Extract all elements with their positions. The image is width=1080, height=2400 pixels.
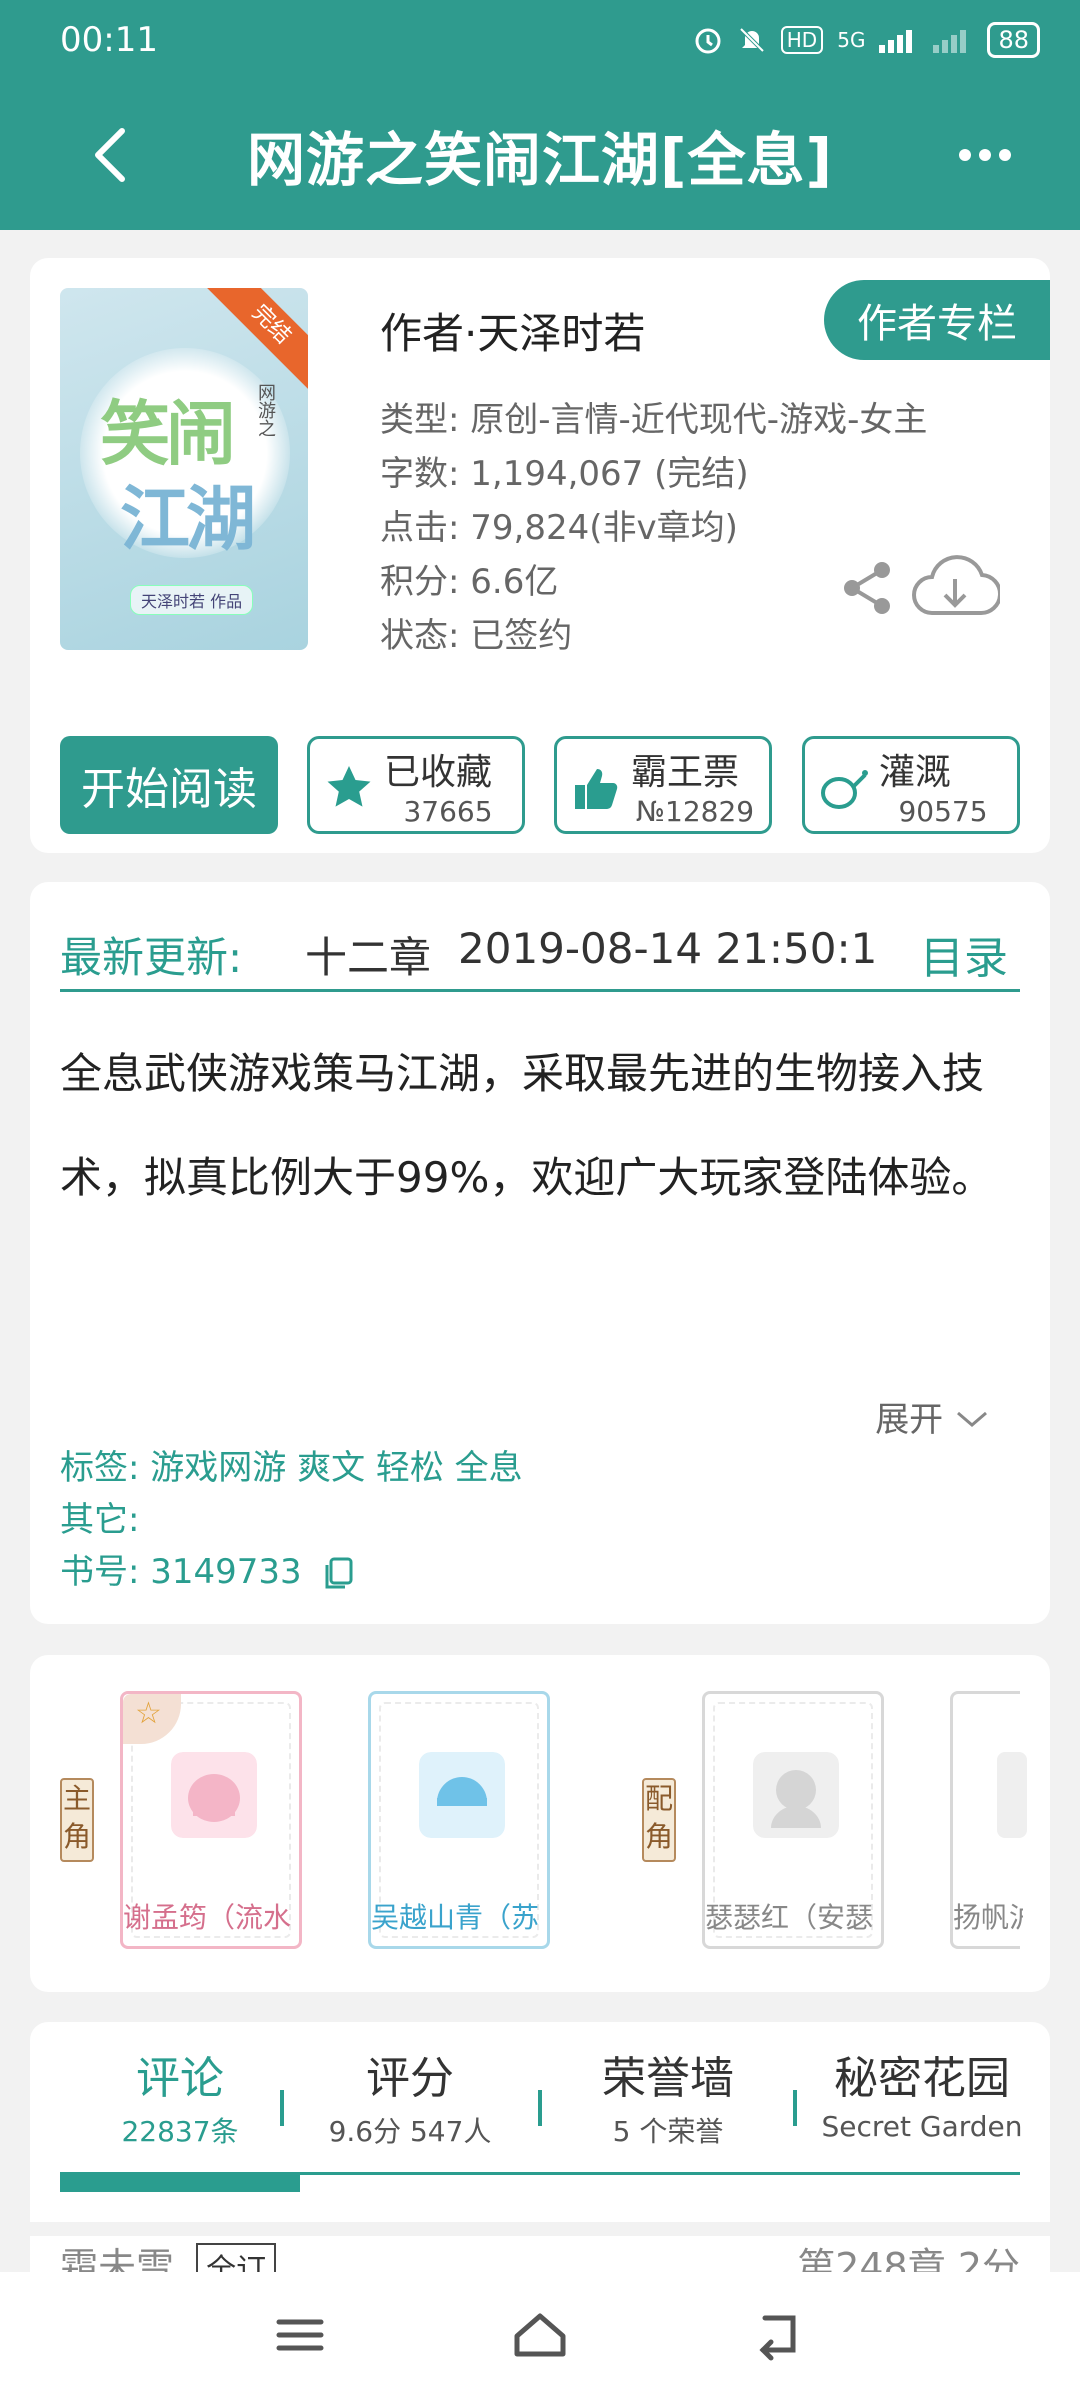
download-icon[interactable] — [910, 553, 1000, 623]
signal-label: 5G — [837, 28, 866, 52]
character-name-1: 谢孟筠（流水 — [123, 1901, 292, 1934]
expand-button[interactable]: 展开 — [875, 1392, 990, 1441]
battery-indicator: 88 — [987, 22, 1040, 58]
ticket-count: №12829 — [635, 795, 755, 828]
table-of-contents-button[interactable]: 目录 — [920, 922, 1008, 986]
tab-separator — [280, 2090, 284, 2126]
top-bar: 00:11 HD 5G 88 网游之笑闹江湖[全息] — [0, 0, 1080, 230]
book-cover[interactable]: 笑闹 江湖 网游之 天泽时若 作品 完结 — [60, 288, 308, 650]
comment-chapter: 第248章 2分 — [797, 2245, 1020, 2276]
tab-garden-sub: Secret Garden — [821, 2110, 1023, 2143]
book-number: 书号: 3149733 — [60, 1552, 302, 1592]
tab-honor-wall[interactable]: 荣誉墙 5 个荣誉 — [548, 2042, 788, 2150]
characters-card: 主角 ☆ 谢孟筠（流水 吴越山青（苏 配角 瑟瑟红（安瑟 扬帆沪 — [30, 1655, 1050, 1992]
book-meta: 类型: 原创-言情-近代现代-游戏-女主 字数: 1,194,067 (完结) … — [380, 393, 927, 663]
avatar-blue — [419, 1752, 505, 1838]
latest-chapter: 十二章 — [305, 933, 432, 982]
star-icon — [327, 766, 371, 807]
character-card-3[interactable]: 瑟瑟红（安瑟 — [702, 1691, 884, 1949]
tab-rating-title: 评分 — [366, 2053, 454, 2104]
book-description: 全息武侠游戏策马江湖，采取最先进的生物接入技术，拟真比例大于99%，欢迎广大玩家… — [60, 1049, 994, 1202]
status-icons: HD 5G 88 — [693, 22, 1040, 58]
start-reading-button[interactable]: 开始阅读 — [60, 736, 278, 834]
tab-comments-title: 评论 — [136, 2053, 224, 2104]
update-card: 最新更新: 十二章 2019-08-14 21:50:1 目录 全息武侠游戏策马… — [30, 882, 1050, 1624]
tab-separator — [538, 2090, 542, 2126]
character-card-4[interactable]: 扬帆沪 — [950, 1691, 1027, 1949]
book-info-card: 笑闹 江湖 网游之 天泽时若 作品 完结 作者·天泽时若 作者专栏 类型: 原创… — [30, 258, 1050, 853]
latest-update-time: 2019-08-14 21:50:1 — [458, 924, 878, 973]
tab-secret-garden[interactable]: 秘密花园 Secret Garden — [802, 2042, 1042, 2143]
more-menu-button[interactable] — [950, 120, 1020, 190]
mute-icon — [739, 27, 765, 53]
alarm-icon — [695, 28, 721, 54]
support-role-tag: 配角 — [642, 1778, 676, 1862]
collect-label: 已收藏 — [384, 752, 493, 793]
back-button[interactable] — [80, 120, 140, 190]
collect-button[interactable]: 已收藏 37665 — [307, 736, 525, 834]
tab-rating-sub: 9.6分 547人 — [328, 2115, 492, 2148]
copy-icon[interactable] — [323, 1557, 353, 1591]
tags-line[interactable]: 标签: 游戏网游 爽文 轻松 全息 — [60, 1442, 523, 1494]
ticket-button[interactable]: 霸王票 №12829 — [554, 736, 772, 834]
chevron-down-icon — [957, 1411, 987, 1427]
cover-author: 天泽时若 作品 — [130, 585, 254, 615]
ticket-label: 霸王票 — [631, 752, 740, 793]
water-label: 灌溉 — [879, 752, 952, 793]
character-name-3: 瑟瑟红（安瑟 — [705, 1901, 874, 1934]
character-name-4: 扬帆沪 — [953, 1901, 1023, 1934]
tag-section: 标签: 游戏网游 爽文 轻松 全息 其它: 书号: 3149733 — [60, 1442, 523, 1598]
status-time: 00:11 — [60, 20, 158, 60]
water-count: 90575 — [898, 795, 988, 828]
tab-honor-title: 荣誉墙 — [602, 2053, 734, 2104]
genre-text: 类型: 原创-言情-近代现代-游戏-女主 — [380, 400, 928, 440]
share-icon[interactable] — [840, 558, 896, 618]
tab-garden-title: 秘密花园 — [834, 2053, 1010, 2104]
home-icon[interactable] — [505, 2300, 575, 2370]
book-number-line: 书号: 3149733 — [60, 1546, 523, 1598]
latest-update-label: 最新更新: — [60, 933, 243, 982]
cover-subtitle: 网游之 — [255, 383, 276, 437]
click-count: 点击: 79,824(非v章均) — [380, 508, 738, 548]
water-button[interactable]: 灌溉 90575 — [802, 736, 1020, 834]
expand-label: 展开 — [875, 1400, 944, 1440]
cover-title-2: 江湖 — [120, 477, 256, 560]
main-role-tag: 主角 — [60, 1778, 94, 1862]
tab-comments[interactable]: 评论 22837条 — [60, 2042, 300, 2150]
other-line: 其它: — [60, 1500, 140, 1540]
back-arrow-icon — [95, 128, 125, 182]
system-nav-bar — [0, 2272, 1080, 2400]
avatar-pink — [171, 1752, 257, 1838]
author-column-button[interactable]: 作者专栏 — [824, 280, 1050, 360]
menu-icon[interactable] — [265, 2300, 335, 2370]
tab-rating[interactable]: 评分 9.6分 547人 — [290, 2042, 530, 2150]
star-icon: ☆ — [135, 1696, 162, 1731]
detail-tabs-card: 评论 22837条 评分 9.6分 547人 荣誉墙 5 个荣誉 秘密花园 Se… — [30, 2022, 1050, 2222]
signal2-icon — [933, 30, 967, 53]
avatar-grey-partial — [997, 1752, 1027, 1838]
tab-honor-sub: 5 个荣誉 — [612, 2115, 724, 2148]
character-name-2: 吴越山青（苏 — [371, 1901, 540, 1934]
watering-can-icon — [821, 770, 868, 809]
tab-comments-sub: 22837条 — [121, 2115, 239, 2148]
hd-icon: HD — [780, 26, 824, 54]
thumbs-up-icon — [575, 769, 618, 809]
status-bar: 00:11 HD 5G 88 — [60, 18, 1040, 62]
word-count: 字数: 1,194,067 (完结) — [380, 454, 749, 494]
active-tab-indicator — [60, 2172, 300, 2192]
tab-separator — [793, 2090, 797, 2126]
comment-peek: 霜未雪 全订 第248章 2分 — [30, 2236, 1050, 2276]
character-card-1[interactable]: ☆ 谢孟筠（流水 — [120, 1691, 302, 1949]
collect-count: 37665 — [403, 795, 493, 828]
back-nav-icon[interactable] — [745, 2300, 815, 2370]
app-header: 网游之笑闹江湖[全息] — [0, 100, 1080, 210]
action-row: 开始阅读 已收藏 37665 霸王票 №12829 灌溉 90575 — [60, 736, 1020, 834]
latest-update-row[interactable]: 最新更新: 十二章 2019-08-14 21:50:1 目录 — [60, 912, 1020, 992]
avatar-grey — [753, 1752, 839, 1838]
character-card-2[interactable]: 吴越山青（苏 — [368, 1691, 550, 1949]
signal-icon — [879, 30, 913, 53]
page-title: 网游之笑闹江湖[全息] — [246, 126, 834, 194]
author-name[interactable]: 作者·天泽时若 — [380, 300, 645, 361]
